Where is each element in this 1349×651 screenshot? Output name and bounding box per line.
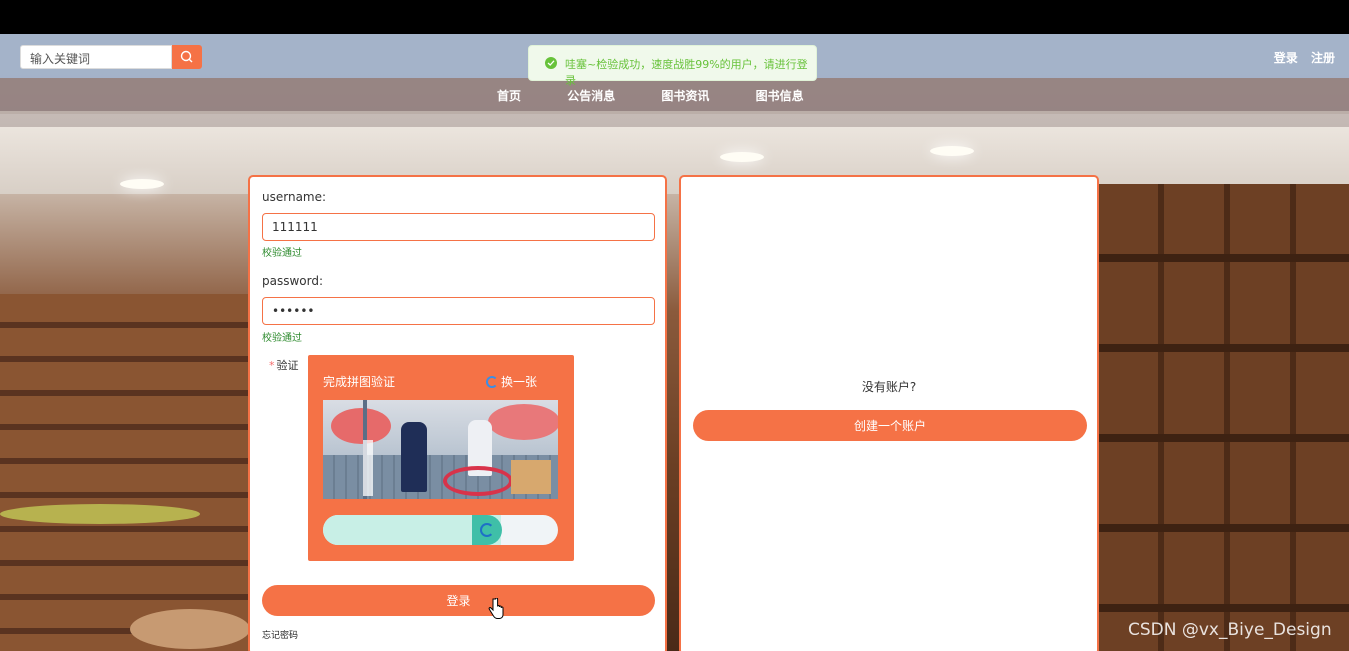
password-input[interactable]: •••••• bbox=[262, 297, 655, 325]
captcha-refresh-label: 换一张 bbox=[501, 375, 538, 389]
captcha-image bbox=[323, 400, 558, 499]
no-account-prompt: 没有账户? bbox=[861, 380, 917, 394]
captcha-tree bbox=[488, 404, 558, 440]
nav-item-book-info[interactable]: 图书信息 bbox=[756, 89, 804, 103]
captcha-refresh-button[interactable]: 换一张 bbox=[486, 373, 537, 390]
shelf-row bbox=[1098, 254, 1349, 262]
round-table bbox=[0, 504, 200, 524]
captcha-title: 完成拼图验证 bbox=[323, 375, 396, 389]
search-button[interactable] bbox=[172, 45, 202, 69]
captcha-slider-track[interactable] bbox=[323, 515, 558, 545]
captcha-puzzle-gap bbox=[363, 440, 373, 496]
refresh-icon bbox=[486, 376, 498, 388]
ceiling-lamp bbox=[120, 179, 164, 189]
auth-links: 登录 注册 bbox=[1265, 49, 1335, 66]
shelf-row bbox=[1098, 434, 1349, 442]
login-button[interactable]: 登录 bbox=[262, 585, 655, 616]
right-shelf bbox=[1098, 184, 1349, 651]
password-label: password: bbox=[262, 274, 324, 288]
hand-cursor-icon bbox=[488, 598, 504, 619]
shelf-row bbox=[1098, 524, 1349, 532]
puzzle-captcha: 完成拼图验证 换一张 bbox=[308, 355, 574, 561]
ceiling-lamp bbox=[930, 146, 974, 156]
captcha-label-text: 验证 bbox=[276, 359, 299, 372]
captcha-slider-handle[interactable] bbox=[472, 515, 502, 545]
captcha-girl-figure bbox=[401, 422, 427, 492]
main-nav: 首页 公告消息 图书资讯 图书信息 bbox=[0, 78, 1349, 111]
watermark: CSDN @vx_Biye_Design bbox=[1128, 620, 1332, 640]
ceiling-lamp bbox=[720, 152, 764, 162]
forgot-password-link[interactable]: 忘记密码 bbox=[262, 628, 298, 641]
search-icon bbox=[180, 50, 193, 63]
username-input[interactable]: 111111 bbox=[262, 213, 655, 241]
slider-refresh-icon bbox=[480, 523, 494, 537]
nav-item-announcements[interactable]: 公告消息 bbox=[567, 89, 615, 103]
nav-item-home[interactable]: 首页 bbox=[497, 89, 521, 103]
shelf-row bbox=[1098, 344, 1349, 352]
password-validation: 校验通过 bbox=[262, 333, 302, 344]
nav-shadow bbox=[0, 111, 1349, 127]
left-shelf bbox=[0, 294, 250, 651]
pouf bbox=[130, 609, 250, 649]
captcha-tree bbox=[331, 408, 391, 444]
success-toast: 哇塞~检验成功，速度战胜99%的用户，请进行登录 bbox=[528, 45, 817, 87]
check-circle-icon bbox=[545, 57, 557, 69]
username-label: username: bbox=[262, 190, 327, 204]
required-mark: * bbox=[269, 359, 275, 372]
shelf-row bbox=[1098, 604, 1349, 612]
search-input[interactable]: 输入关键词 bbox=[20, 45, 172, 69]
nav-item-book-news[interactable]: 图书资讯 bbox=[661, 89, 709, 103]
register-link[interactable]: 注册 bbox=[1311, 51, 1335, 65]
login-form-card: username: 111111 校验通过 password: •••••• 校… bbox=[248, 175, 667, 651]
register-card: 没有账户? 创建一个账户 bbox=[679, 175, 1099, 651]
top-black-bar bbox=[0, 0, 1349, 34]
captcha-boxes bbox=[511, 460, 551, 494]
captcha-label: * 验证 bbox=[269, 357, 299, 373]
captcha-bicycle bbox=[443, 466, 513, 496]
username-validation: 校验通过 bbox=[262, 248, 302, 259]
create-account-button[interactable]: 创建一个账户 bbox=[693, 410, 1087, 441]
login-link[interactable]: 登录 bbox=[1274, 51, 1298, 65]
